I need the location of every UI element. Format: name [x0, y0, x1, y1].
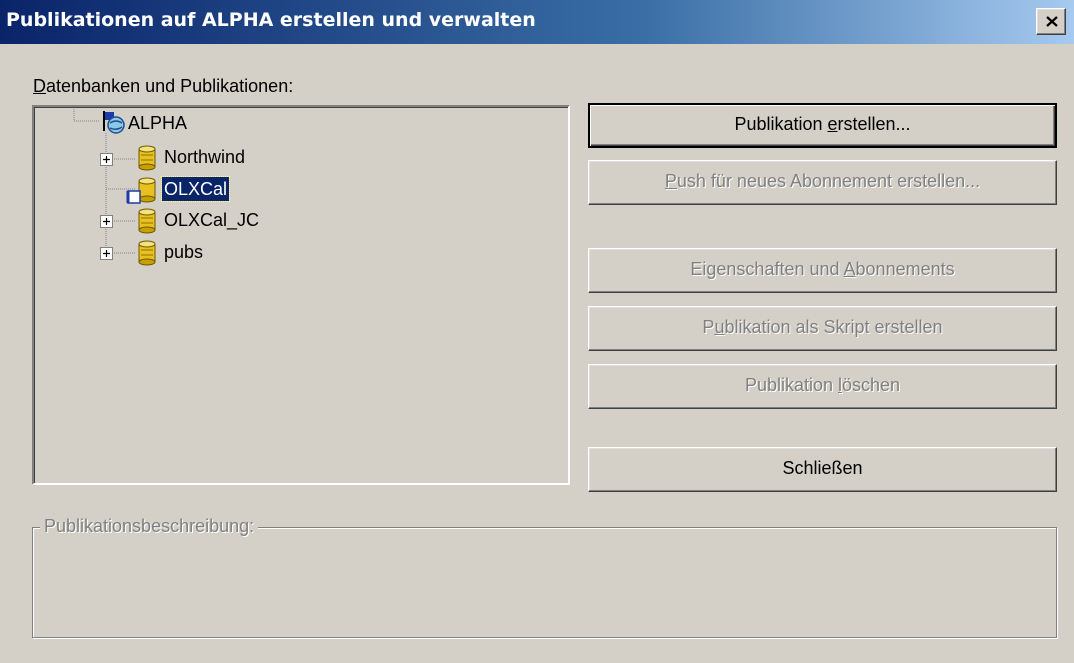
tree-lines [73, 109, 136, 254]
close-label: Schließen [782, 458, 863, 478]
create-publication-label-pre: Publikation [734, 114, 828, 134]
close-button[interactable]: Schließen [588, 447, 1057, 492]
title-bar: Publikationen auf ALPHA erstellen und ve… [0, 0, 1074, 44]
window-title: Publikationen auf ALPHA erstellen und ve… [6, 9, 536, 31]
script-label-post: blikation als Skript erstellen [724, 317, 943, 337]
push-subscription-button[interactable]: Push für neues Abonnement erstellen... [588, 160, 1057, 205]
server-icon [103, 111, 125, 134]
expand-icon[interactable] [100, 215, 113, 228]
close-icon [1046, 16, 1058, 27]
database-publication-icon [126, 177, 156, 204]
script-publication-button[interactable]: Publikation als Skript erstellen [588, 306, 1057, 351]
properties-label-pre: Eigenschaften und [690, 259, 844, 279]
tree-node-olxcal-jc[interactable]: OLXCal_JC [162, 208, 261, 232]
expand-icon[interactable] [100, 153, 113, 166]
tree-node-root[interactable]: ALPHA [126, 111, 189, 135]
push-subscription-label: ush für neues Abonnement erstellen... [676, 171, 981, 191]
create-publication-button[interactable]: Publikation erstellen... [588, 103, 1057, 148]
tree-caption-accelerator: D [33, 76, 46, 96]
tree-node-olxcal[interactable]: OLXCal [160, 176, 231, 202]
close-window-button[interactable] [1036, 8, 1066, 35]
database-tree[interactable]: ALPHA Northwind OLXCal OLXCal_JC pubs [32, 105, 570, 485]
properties-label-post: bonnements [855, 259, 955, 279]
delete-label-post: öschen [842, 375, 901, 395]
expand-icon[interactable] [100, 247, 113, 260]
tree-node-pubs[interactable]: pubs [162, 240, 205, 264]
database-icon [138, 240, 156, 266]
database-icon [138, 145, 156, 171]
tree-caption: Datenbanken und Publikationen: [33, 76, 293, 97]
properties-subscriptions-button[interactable]: Eigenschaften und Abonnements [588, 248, 1057, 293]
tree-node-northwind[interactable]: Northwind [162, 145, 247, 169]
publication-description-group [32, 527, 1057, 638]
publication-description-legend: Publikationsbeschreibung: [40, 516, 259, 537]
create-publication-label-post: rstellen... [837, 114, 911, 134]
push-subscription-accelerator: P [664, 171, 677, 191]
tree-caption-text: atenbanken und Publikationen: [46, 76, 294, 96]
script-label-pre: P [702, 317, 715, 337]
create-publication-accelerator: e [827, 114, 838, 134]
script-accelerator: u [714, 317, 725, 337]
properties-accelerator: A [843, 259, 856, 279]
delete-label-pre: Publikation [744, 375, 838, 395]
database-icon [138, 208, 156, 234]
delete-publication-button[interactable]: Publikation löschen [588, 364, 1057, 409]
